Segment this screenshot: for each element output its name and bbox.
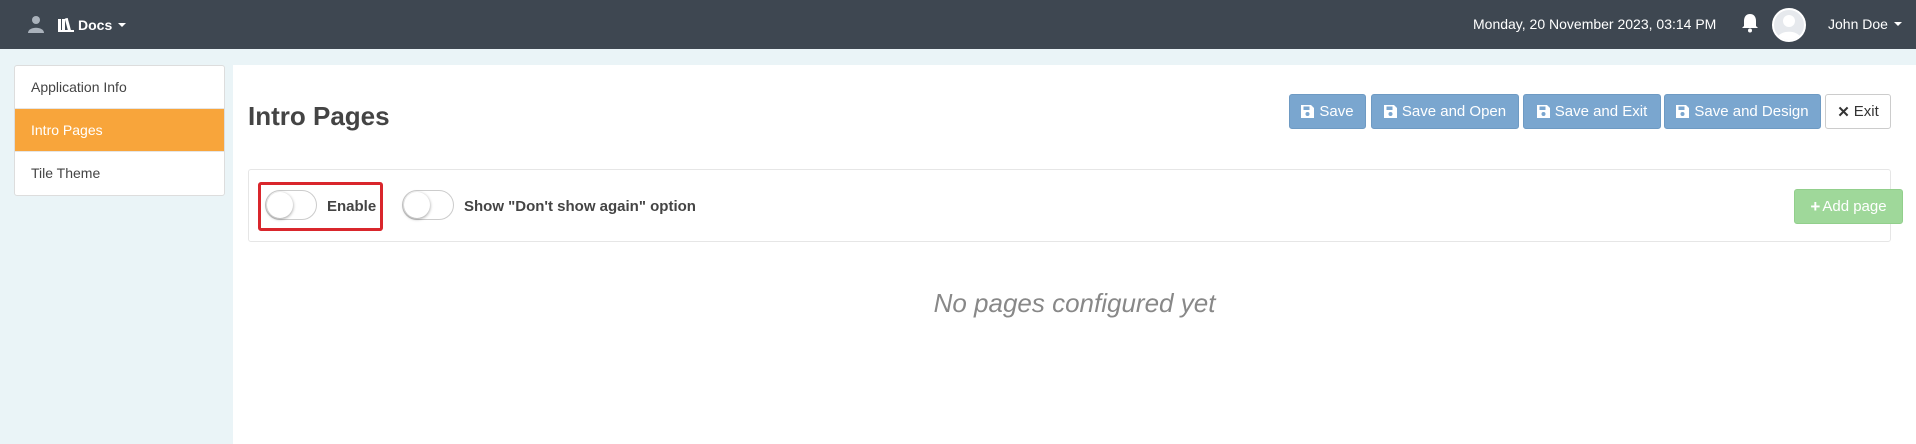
- dont-show-again-label: Show "Don't show again" option: [464, 198, 696, 215]
- save-and-exit-button[interactable]: Save and Exit: [1523, 94, 1661, 129]
- page-title: Intro Pages: [248, 101, 390, 131]
- enable-label: Enable: [327, 198, 377, 215]
- top-navbar: Docs Monday, 20 November 2023, 03:14 PM …: [0, 0, 1916, 49]
- save-button-label: Save: [1319, 103, 1354, 120]
- intro-options-panel: Enable Show "Don't show again" option + …: [248, 169, 1903, 242]
- exit-button-label: Exit: [1853, 103, 1879, 120]
- enable-toggle[interactable]: [265, 190, 317, 220]
- save-and-design-label: Save and Design: [1694, 103, 1809, 120]
- main-panel: Intro Pages Save Save and Open Save and …: [233, 65, 1916, 444]
- floppy-disk-icon: [1536, 105, 1550, 118]
- floppy-disk-icon: [1383, 105, 1397, 118]
- plus-icon: +: [1810, 196, 1821, 216]
- sidebar-item-tile-theme[interactable]: Tile Theme: [15, 152, 224, 195]
- add-page-button[interactable]: + Add page: [1794, 189, 1903, 224]
- save-and-exit-label: Save and Exit: [1554, 103, 1648, 120]
- save-and-open-button[interactable]: Save and Open: [1371, 94, 1519, 129]
- empty-state-message: No pages configured yet: [933, 288, 1216, 318]
- avatar-image: [1777, 15, 1801, 40]
- chevron-down-icon: [118, 23, 127, 27]
- save-and-open-label: Save and Open: [1401, 103, 1507, 120]
- save-button[interactable]: Save: [1289, 94, 1366, 129]
- floppy-disk-icon: [1676, 105, 1690, 118]
- avatar[interactable]: [1772, 8, 1806, 42]
- dont-show-again-toggle[interactable]: [402, 190, 454, 220]
- toggle-knob: [404, 192, 430, 218]
- close-icon: ✕: [1837, 103, 1850, 121]
- floppy-disk-icon: [1301, 105, 1315, 118]
- save-and-design-button[interactable]: Save and Design: [1664, 94, 1821, 129]
- sidebar-item-application-info[interactable]: Application Info: [15, 66, 224, 109]
- docs-menu[interactable]: Docs: [58, 14, 127, 36]
- exit-button[interactable]: ✕ Exit: [1825, 94, 1891, 129]
- sidebar-item-intro-pages[interactable]: Intro Pages: [15, 109, 224, 152]
- bell-icon[interactable]: [1741, 13, 1759, 33]
- username-label: John Doe: [1828, 16, 1888, 32]
- current-datetime: Monday, 20 November 2023, 03:14 PM: [1473, 16, 1717, 32]
- add-page-label: Add page: [1822, 198, 1887, 215]
- toggle-knob: [267, 192, 293, 218]
- chevron-down-icon: [1893, 22, 1902, 26]
- sidebar: Application Info Intro Pages Tile Theme: [14, 65, 225, 196]
- user-icon[interactable]: [28, 15, 44, 33]
- user-menu[interactable]: John Doe: [1828, 16, 1902, 32]
- books-icon: [58, 18, 74, 32]
- docs-menu-label: Docs: [78, 17, 113, 33]
